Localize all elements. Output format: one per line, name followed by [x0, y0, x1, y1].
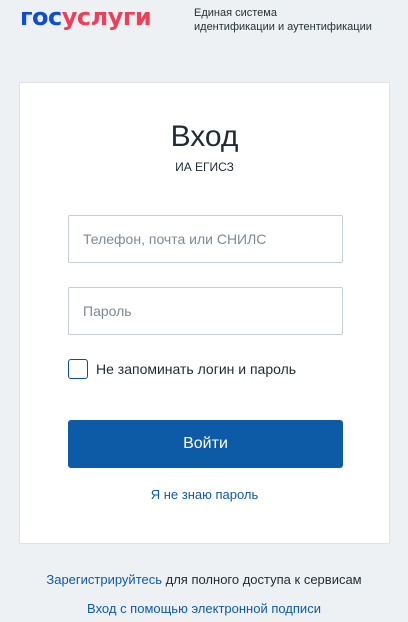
login-input[interactable] [68, 215, 343, 263]
remember-option[interactable]: Не запоминать логин и пароль [68, 358, 296, 380]
register-link[interactable]: Зарегистрируйтесь [46, 572, 162, 587]
login-card: Вход ИА ЕГИСЗ Не запоминать логин и паро… [19, 82, 390, 544]
logo-part-uslugi: услуги [61, 3, 152, 31]
header: госуслуги Единая система идентификации и… [0, 0, 408, 60]
gosuslugi-logo[interactable]: госуслуги [20, 2, 152, 32]
subtitle-line2: идентификации и аутентификации [194, 21, 372, 33]
system-name: ИА ЕГИСЗ [175, 160, 234, 174]
signature-login-link[interactable]: Вход с помощью электронной подписи [0, 601, 408, 616]
register-line: Зарегистрируйтесь для полного доступа к … [0, 572, 408, 587]
header-subtitle: Единая система идентификации и аутентифи… [194, 6, 404, 34]
subtitle-line1: Единая система [194, 7, 277, 19]
forgot-password-link[interactable]: Я не знаю пароль [20, 487, 389, 502]
page-title: Вход [170, 120, 239, 153]
logo-part-gos: гос [20, 3, 62, 31]
password-input[interactable] [68, 287, 343, 335]
login-button[interactable]: Войти [68, 420, 343, 468]
register-suffix: для полного доступа к сервисам [162, 572, 362, 587]
remember-label: Не запоминать логин и пароль [96, 361, 297, 377]
remember-checkbox[interactable] [68, 359, 88, 379]
